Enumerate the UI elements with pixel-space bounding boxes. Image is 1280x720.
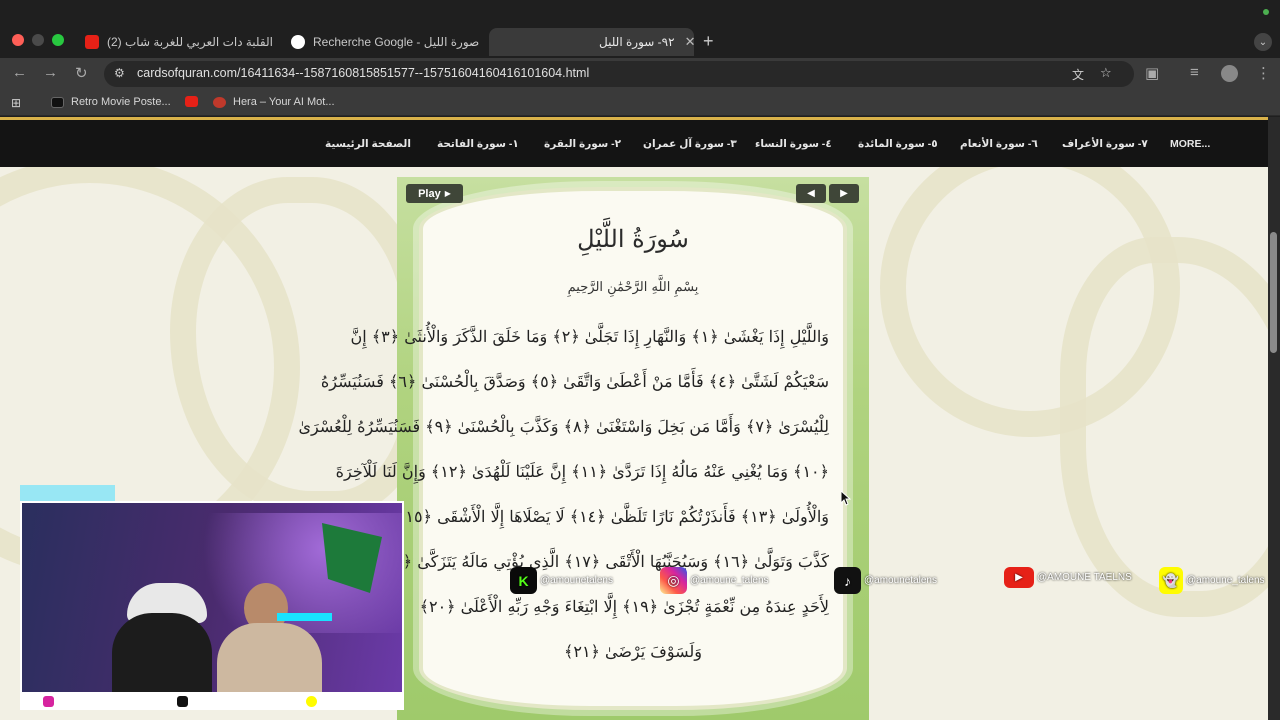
next-button[interactable]: ▶ <box>829 184 859 203</box>
media-controls-icon[interactable]: ≡ <box>1190 64 1199 81</box>
tab-title: Recherche Google - صورة الليل <box>313 35 480 49</box>
close-tab-icon[interactable]: ✕ <box>675 34 694 50</box>
social-handle: @amoune_talens <box>690 575 769 586</box>
ayah-line: لِلْيُسْرَىٰ ﴿٧﴾ وَأَمَّا مَن بَخِلَ وَا… <box>298 417 829 436</box>
nav-more[interactable]: MORE... <box>1170 138 1210 150</box>
social-handle: @amoune_talens <box>1186 575 1265 586</box>
social-handle: @amounetalens <box>864 575 937 586</box>
social-handle: @amounetalens <box>540 575 613 586</box>
ayah-line: وَاللَّيْلِ إِذَا يَغْشَىٰ ﴿١﴾ وَالنَّهَ… <box>350 327 830 346</box>
reload-icon[interactable]: ↻ <box>75 64 88 82</box>
tab-search-icon[interactable]: ⌄ <box>1254 33 1272 51</box>
profile-avatar[interactable] <box>1221 65 1238 82</box>
tiktok-icon: ♪ <box>834 567 861 594</box>
surah-title: سُورَةُ اللَّيْلِ <box>577 225 689 253</box>
social-tiktok: ♪ @amounetalens <box>834 567 937 594</box>
snapchat-icon <box>306 696 317 707</box>
tab-title: (2) القلبة دات العربي للغربة شاب <box>107 35 273 49</box>
snapchat-icon: 👻 <box>1159 567 1183 594</box>
prev-button[interactable]: ◀ <box>796 184 826 203</box>
nav-surah-1[interactable]: ١- سورة الفاتحة <box>437 138 519 150</box>
site-navigation: MORE... ٧- سورة الأعراف ٦- سورة الأنعام … <box>0 120 1268 167</box>
nav-surah-5[interactable]: ٥- سورة المائدة <box>858 138 938 150</box>
browser-tab-strip: (2) القلبة دات العربي للغربة شاب ✕ Reche… <box>0 0 1280 58</box>
google-favicon-icon <box>291 35 305 49</box>
card-frame <box>419 187 847 710</box>
site-info-icon[interactable]: ⚙ <box>114 66 125 80</box>
zoom-window-icon[interactable] <box>52 34 64 46</box>
nav-surah-4[interactable]: ٤- سورة النساء <box>755 138 832 150</box>
bookmark-label: Hera – Your AI Mot... <box>233 96 335 108</box>
instagram-icon <box>43 696 54 707</box>
tiktok-icon <box>177 696 188 707</box>
social-youtube: ▶ @AMOUNE TAELNS <box>1004 567 1132 588</box>
url-text[interactable]: cardsofquran.com/16411634--1587160815851… <box>137 66 589 80</box>
basmala: بِسْمِ اللَّهِ الرَّحْمَٰنِ الرَّحِيمِ <box>567 280 699 295</box>
bookmark-youtube[interactable] <box>185 96 205 107</box>
nav-home[interactable]: الصفحة الرئيسية <box>325 138 411 150</box>
new-tab-button[interactable]: + <box>703 31 714 52</box>
webcam-social-bar <box>20 694 404 710</box>
tab-surah-layl[interactable]: ٩٢- سورة الليل ✕ <box>489 28 694 56</box>
mouse-cursor-icon <box>841 491 851 506</box>
ayah-line: سَعْيَكُمْ لَشَتَّىٰ ﴿٤﴾ فَأَمَّا مَنْ أ… <box>320 372 829 391</box>
bookmark-retro-movie[interactable]: Retro Movie Poste... <box>51 96 171 108</box>
extensions-icon[interactable]: ▣ <box>1145 64 1159 82</box>
close-tab-icon[interactable]: ✕ <box>479 34 481 50</box>
ayah-line: وَالْأُولَىٰ ﴿١٣﴾ فَأَنذَرْتُكُمْ نَارًا… <box>361 507 829 526</box>
play-icon: ▶ <box>444 189 451 198</box>
nav-surah-2[interactable]: ٢- سورة البقرة <box>544 138 621 150</box>
surah-card: Play ▶ ◀ ▶ سُورَةُ اللَّيْلِ بِسْمِ اللَ… <box>298 177 869 720</box>
social-handle: @AMOUNE TAELNS <box>1037 572 1132 583</box>
hera-favicon-icon <box>213 96 226 108</box>
nav-surah-6[interactable]: ٦- سورة الأنعام <box>960 138 1038 150</box>
browser-toolbar: ← → ↻ ⚙ cardsofquran.com/16411634--15871… <box>0 58 1280 90</box>
bookmarks-bar: ⊞ Retro Movie Poste... Hera – Your AI Mo… <box>0 90 1280 116</box>
ayah-line: كَذَّبَ وَتَوَلَّىٰ ﴿١٦﴾ وَسَيُجَنَّبُهَ… <box>350 552 829 571</box>
close-tab-icon[interactable]: ✕ <box>273 34 275 50</box>
nav-surah-3[interactable]: ٣- سورة آل عمران <box>643 138 737 150</box>
background-swirl <box>1060 237 1268 617</box>
bookmark-hera[interactable]: Hera – Your AI Mot... <box>213 96 335 108</box>
tab-google-search[interactable]: Recherche Google - صورة الليل ✕ <box>281 28 481 56</box>
webcam-neon-light <box>277 613 332 621</box>
close-window-icon[interactable] <box>12 34 24 46</box>
back-icon[interactable]: ← <box>12 64 27 81</box>
webcam-person-right <box>217 623 322 692</box>
play-button[interactable]: Play ▶ <box>406 184 463 203</box>
webcam-person-left <box>112 613 212 692</box>
status-dot-icon <box>1263 9 1269 15</box>
youtube-icon: ▶ <box>1004 567 1034 588</box>
tab-title: ٩٢- سورة الليل <box>599 35 675 49</box>
instagram-icon: ◎ <box>660 567 687 594</box>
play-label: Play <box>418 187 441 200</box>
minimize-window-icon[interactable] <box>32 34 44 46</box>
nav-surah-7[interactable]: ٧- سورة الأعراف <box>1062 138 1148 150</box>
social-instagram: ◎ @amoune_talens <box>660 567 769 594</box>
page-scrollbar[interactable] <box>1268 117 1280 720</box>
bookmark-star-icon[interactable]: ☆ <box>1100 65 1112 81</box>
address-bar[interactable]: ⚙ cardsofquran.com/16411634--15871608158… <box>104 61 1134 87</box>
kick-icon: K <box>510 567 537 594</box>
ayah-line: لِأَحَدٍ عِندَهُ مِن نِّعْمَةٍ تُجْزَىٰ … <box>419 597 829 616</box>
youtube-favicon-icon <box>185 96 198 107</box>
tab-youtube[interactable]: (2) القلبة دات العربي للغربة شاب ✕ <box>75 28 275 56</box>
social-snapchat: 👻 @amoune_talens <box>1159 567 1265 594</box>
youtube-favicon-icon <box>85 35 99 49</box>
imdb-favicon-icon <box>51 96 64 108</box>
ayah-line: وَلَسَوْفَ يَرْضَىٰ ﴿٢١﴾ <box>563 642 703 661</box>
webcam-overlay <box>20 501 404 694</box>
forward-icon[interactable]: → <box>43 64 58 81</box>
more-menu-icon[interactable]: ⋮ <box>1256 64 1271 82</box>
bookmark-label: Retro Movie Poste... <box>71 96 171 108</box>
translate-icon[interactable]: 文 <box>1072 66 1084 83</box>
ayah-line: ﴿١٠﴾ وَمَا يُغْنِي عَنْهُ مَالُهُ إِذَا … <box>335 462 829 481</box>
apps-grid-icon[interactable]: ⊞ <box>11 96 21 110</box>
scrollbar-thumb[interactable] <box>1270 232 1277 353</box>
social-kick: K @amounetalens <box>510 567 613 594</box>
